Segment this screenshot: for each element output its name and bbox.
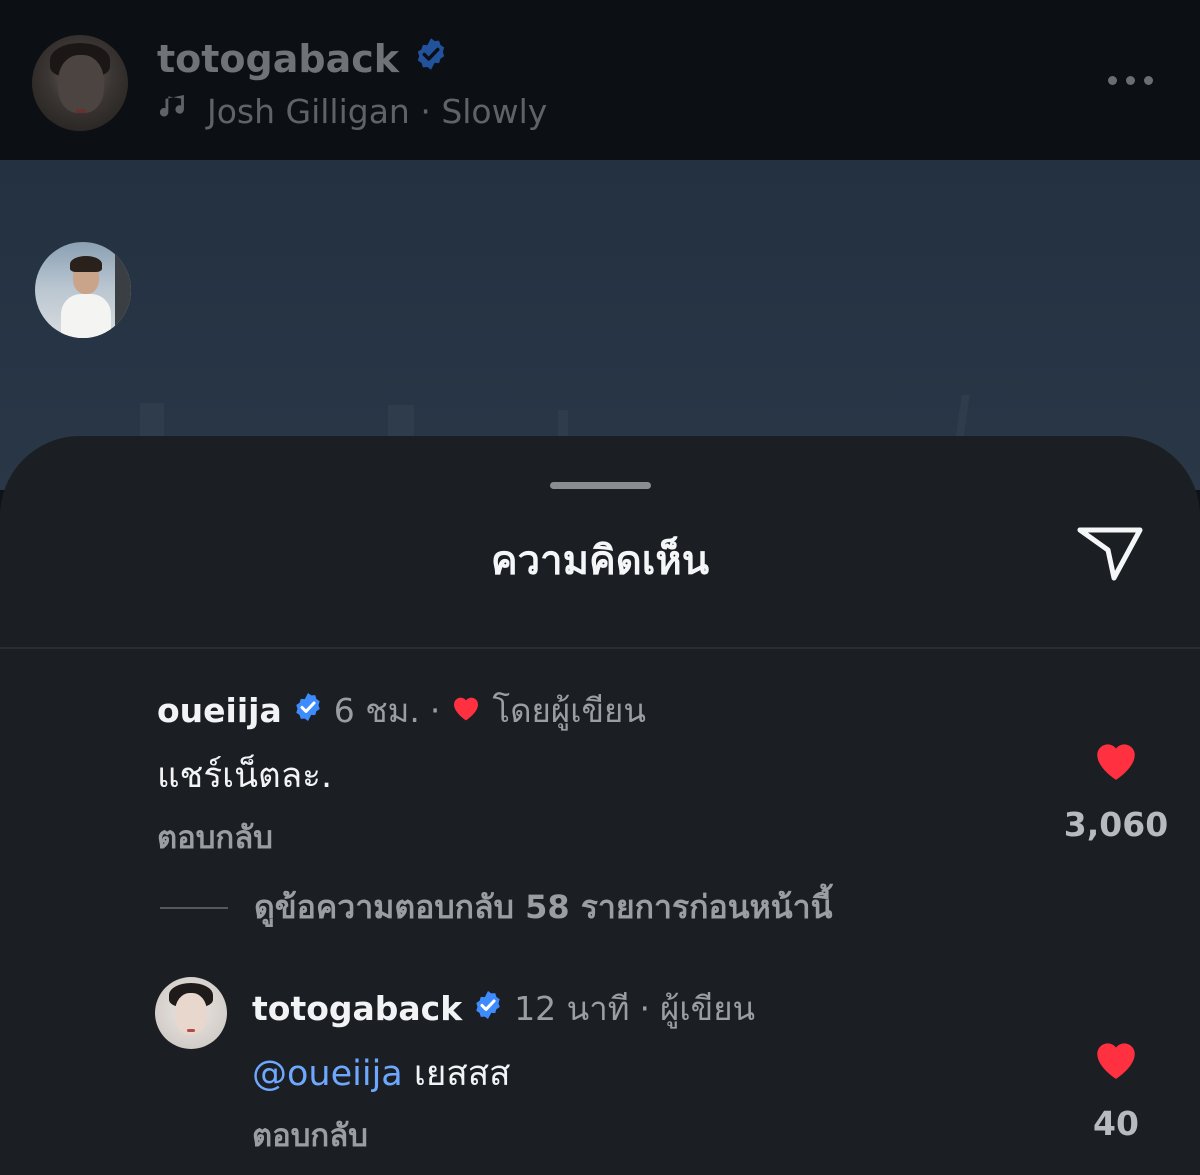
comments-sheet: ความคิดเห็น <box>0 436 1200 1175</box>
heart-filled-icon <box>450 691 482 730</box>
post-header: totogaback Josh Gilligan · Slowly <box>0 0 1200 160</box>
post-author-avatar[interactable] <box>32 35 128 131</box>
like-count: 3,060 <box>1063 805 1169 844</box>
reply-meta: totogaback 12 นาที · ผู้เขียน <box>252 982 755 1035</box>
reply-button[interactable]: ตอบกลับ <box>157 812 273 862</box>
comment-avatar[interactable] <box>35 242 131 338</box>
comment-username[interactable]: oueiija <box>157 691 282 730</box>
reply-body: เยสสส <box>413 1054 511 1094</box>
reply-time: 12 นาที <box>514 989 630 1028</box>
comment-meta: oueiija 6 ชม. · โดยผู้เขียน <box>157 684 646 737</box>
author-badge: ผู้เขียน <box>660 989 756 1028</box>
comment-time: 6 ชม. <box>333 691 420 730</box>
view-previous-replies[interactable]: ดูข้อความตอบกลับ 58 รายการก่อนหน้านี้ <box>160 882 832 933</box>
sheet-divider <box>0 647 1200 649</box>
reply-button[interactable]: ตอบกลับ <box>252 1110 368 1160</box>
post-music-row[interactable]: Josh Gilligan · Slowly <box>157 90 547 132</box>
meta-separator: · <box>429 691 441 730</box>
view-replies-label[interactable]: ดูข้อความตอบกลับ 58 รายการก่อนหน้านี้ <box>254 882 832 933</box>
share-send-icon[interactable] <box>1074 520 1148 584</box>
music-track-label: Josh Gilligan · Slowly <box>207 91 548 131</box>
like-count: 40 <box>1093 1104 1139 1143</box>
verified-badge-icon <box>472 989 504 1029</box>
more-options-icon[interactable] <box>1108 70 1160 90</box>
comments-sheet-title: ความคิดเห็น <box>490 538 710 584</box>
reply-username[interactable]: totogaback <box>252 989 462 1028</box>
like-heart-icon[interactable] <box>1091 736 1141 786</box>
comment-text: แชร์เน็ตละ. <box>157 756 333 796</box>
liked-by-author-label: โดยผู้เขียน <box>492 691 646 730</box>
mention-link[interactable]: @oueiija <box>252 1054 403 1094</box>
reply-text: @oueiija เยสสส <box>252 1046 510 1101</box>
sheet-drag-handle[interactable] <box>550 482 651 489</box>
post-author-username[interactable]: totogaback <box>157 37 399 81</box>
music-note-icon <box>157 90 191 132</box>
replies-thread-line <box>160 906 228 909</box>
meta-separator: · <box>639 989 651 1028</box>
post-author-username-row[interactable]: totogaback <box>157 36 449 81</box>
verified-badge-icon <box>413 36 449 81</box>
verified-badge-icon <box>292 691 324 731</box>
like-heart-icon[interactable] <box>1091 1035 1141 1085</box>
reply-avatar[interactable] <box>155 977 227 1049</box>
